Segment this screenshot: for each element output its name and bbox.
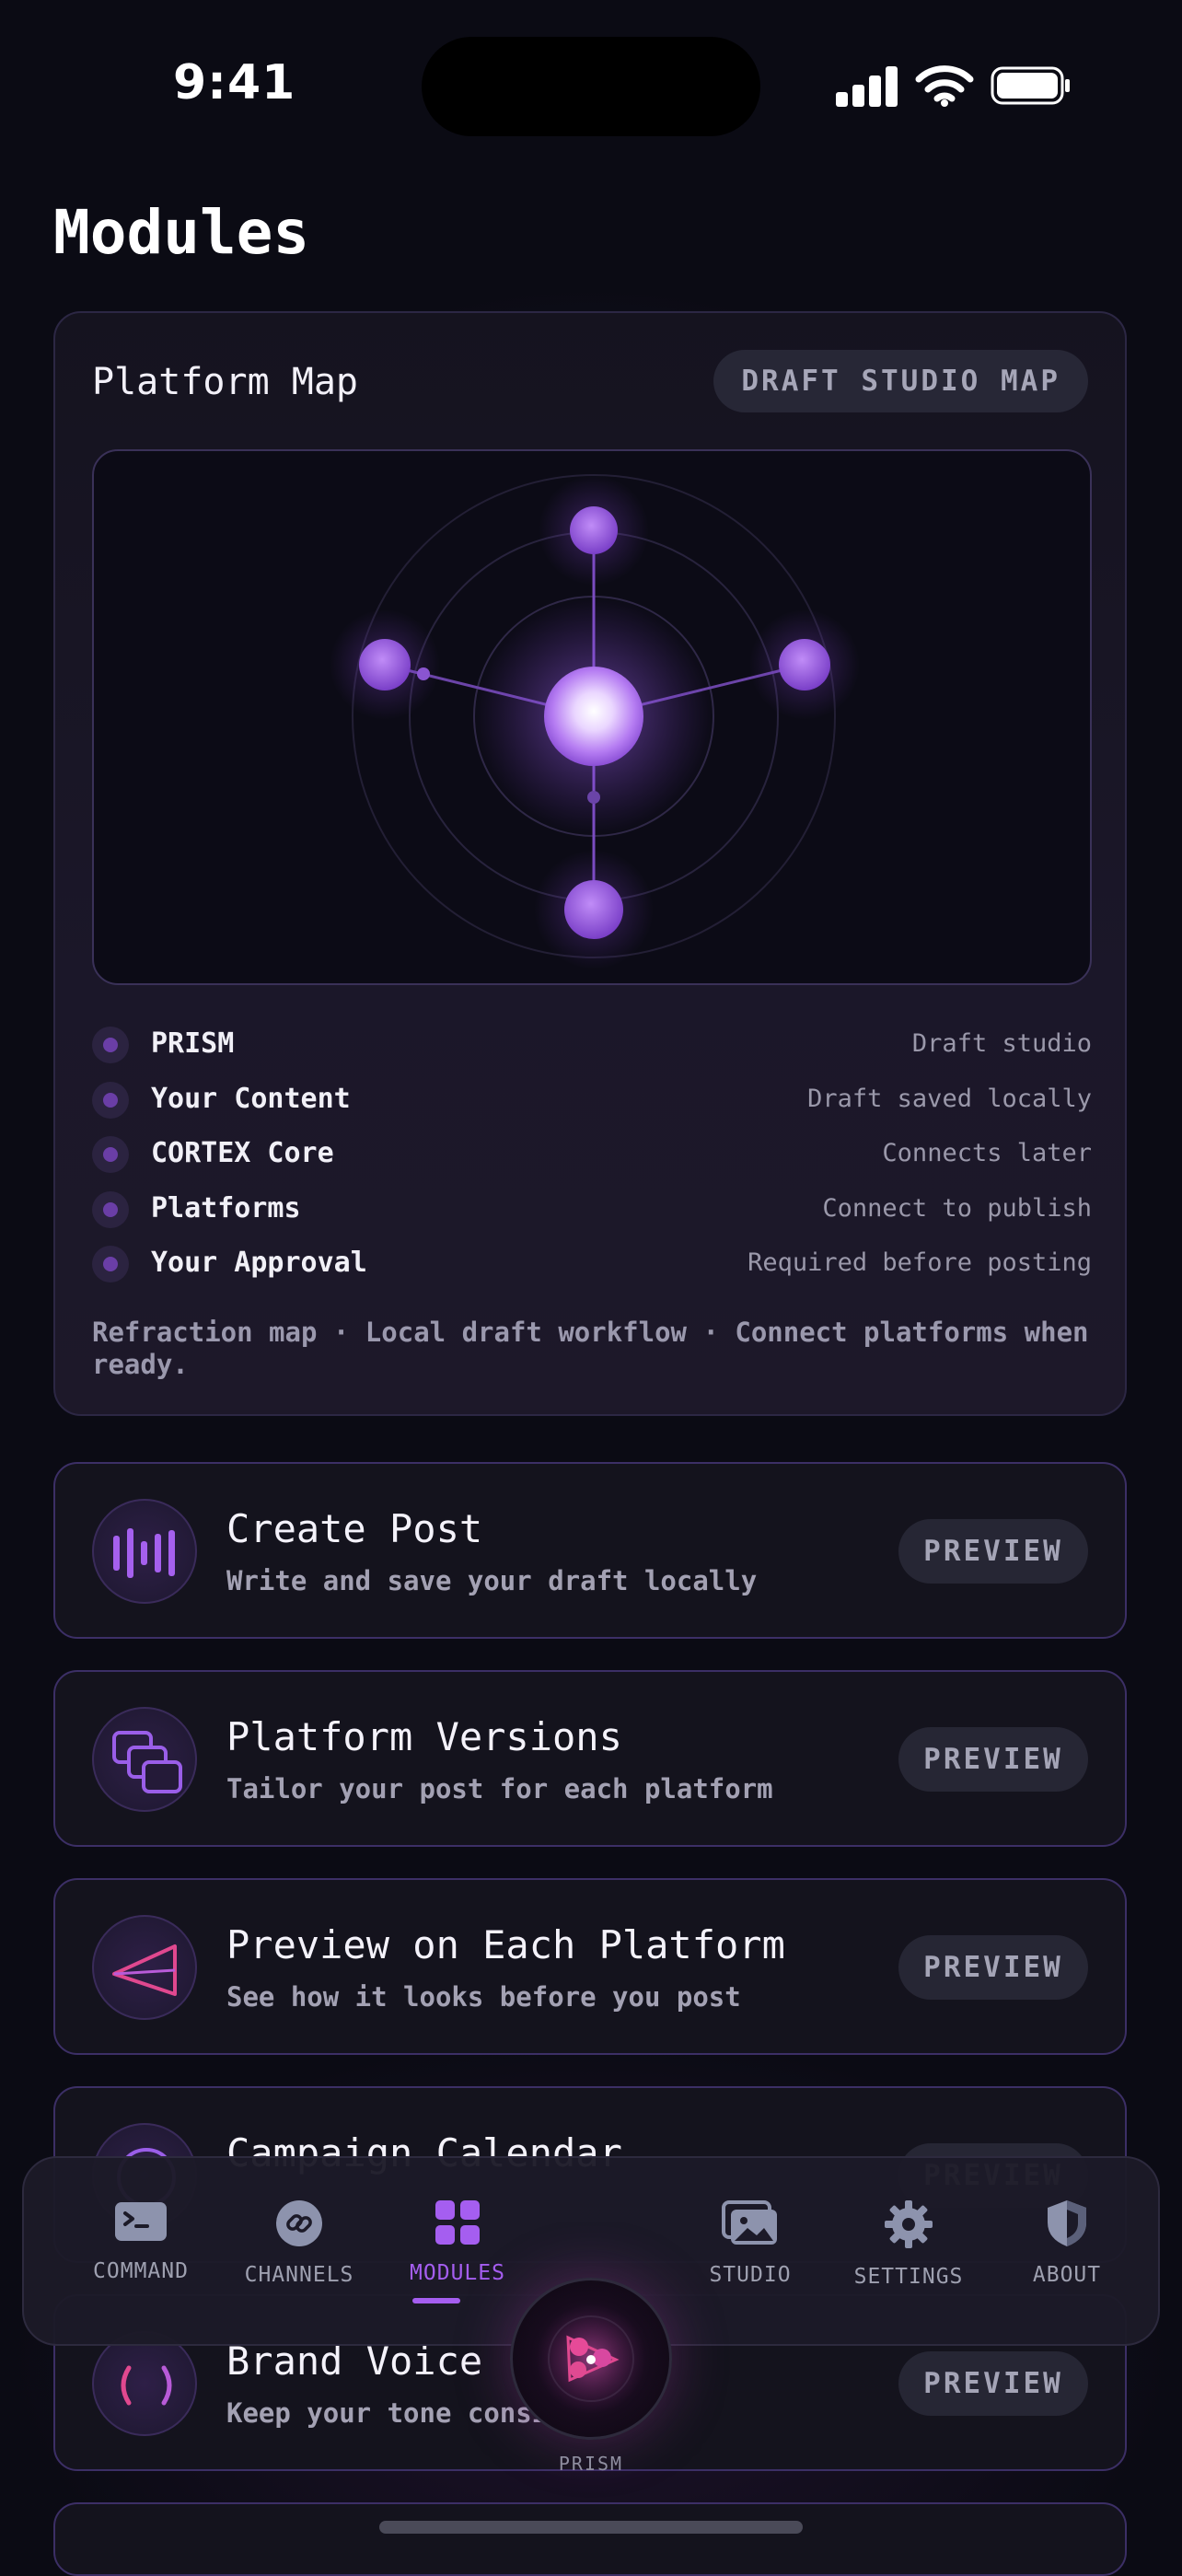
cellular-signal-icon: [836, 64, 898, 107]
legend-value: Draft saved locally: [807, 1084, 1092, 1113]
nav-label: COMMAND: [93, 2259, 189, 2283]
stacked-windows-icon: [92, 1707, 197, 1812]
module-card-preview-each-platform[interactable]: Preview on Each Platform See how it look…: [53, 1878, 1127, 2055]
active-tab-indicator: [412, 2298, 460, 2303]
platform-map-card: Platform Map DRAFT STUDIO MAP PRISM Draf…: [53, 311, 1127, 1416]
battery-icon: [991, 66, 1070, 105]
legend-value: Required before posting: [747, 1248, 1092, 1277]
dynamic-island: [422, 37, 760, 136]
module-title: Platform Versions: [226, 1714, 622, 1759]
nav-label: SETTINGS: [853, 2265, 964, 2289]
legend-dot-icon: [92, 1190, 129, 1228]
module-card-create-post[interactable]: Create Post Write and save your draft lo…: [53, 1462, 1127, 1639]
legend-dot-icon: [92, 1136, 129, 1173]
terminal-icon: [115, 2202, 167, 2241]
photos-icon: [722, 2200, 777, 2245]
prism-label: PRISM: [558, 2453, 624, 2475]
page-title: Modules: [53, 197, 310, 268]
refraction-map-graphic: [330, 474, 860, 969]
draft-studio-map-badge[interactable]: DRAFT STUDIO MAP: [713, 350, 1088, 412]
legend-row-platforms: Platforms Connect to publish: [92, 1187, 1092, 1242]
preview-button[interactable]: PREVIEW: [898, 1519, 1088, 1584]
status-time: 9:41: [173, 55, 296, 110]
legend-name: Platforms: [151, 1191, 301, 1224]
module-title: Create Post: [226, 1506, 483, 1551]
legend-dot-icon: [92, 1081, 129, 1119]
nav-item-modules[interactable]: MODULES: [379, 2199, 536, 2285]
nav-item-channels[interactable]: CHANNELS: [221, 2199, 377, 2287]
home-indicator[interactable]: [379, 2521, 803, 2534]
gear-icon: [885, 2200, 933, 2248]
prism-triangle-icon: [92, 1915, 197, 2020]
link-icon: [276, 2200, 322, 2246]
nav-label: STUDIO: [709, 2263, 792, 2287]
module-subtitle: Write and save your draft locally: [226, 1565, 758, 1596]
legend-dot-icon: [92, 1246, 129, 1282]
grid-icon: [435, 2200, 480, 2245]
module-title: Preview on Each Platform: [226, 1922, 785, 1967]
nav-item-studio[interactable]: STUDIO: [672, 2199, 829, 2287]
wifi-icon: [915, 65, 974, 107]
prism-icon: [536, 2303, 646, 2414]
nav-item-settings[interactable]: SETTINGS: [830, 2199, 987, 2289]
preview-button[interactable]: PREVIEW: [898, 1935, 1088, 2000]
platform-map-title: Platform Map: [92, 361, 358, 403]
preview-button[interactable]: PREVIEW: [898, 2351, 1088, 2416]
legend-name: Your Content: [151, 1082, 351, 1115]
module-subtitle: Tailor your post for each platform: [226, 1773, 773, 1804]
shield-icon: [1048, 2200, 1086, 2246]
legend-name: CORTEX Core: [151, 1137, 334, 1169]
module-card-platform-versions[interactable]: Platform Versions Tailor your post for e…: [53, 1670, 1127, 1847]
legend-value: Connect to publish: [822, 1193, 1092, 1223]
legend-row-prism: PRISM Draft studio: [92, 1022, 1092, 1077]
module-card-next[interactable]: [53, 2502, 1127, 2576]
legend-name: Your Approval: [151, 1247, 367, 1279]
legend-row-your-content: Your Content Draft saved locally: [92, 1077, 1092, 1132]
nav-label: ABOUT: [1032, 2263, 1102, 2287]
legend-value: Connects later: [882, 1139, 1092, 1167]
legend-name: PRISM: [151, 1027, 235, 1060]
legend-row-cortex-core: CORTEX Core Connects later: [92, 1131, 1092, 1187]
brackets-icon: [92, 2331, 197, 2436]
nav-item-command[interactable]: COMMAND: [63, 2199, 219, 2283]
refraction-map-canvas: [92, 449, 1092, 985]
module-subtitle: See how it looks before you post: [226, 1981, 741, 2013]
nav-item-about[interactable]: ABOUT: [989, 2199, 1145, 2287]
legend-value: Draft studio: [911, 1029, 1092, 1058]
waveform-icon: [92, 1499, 197, 1604]
nav-label: CHANNELS: [244, 2263, 354, 2287]
preview-button[interactable]: PREVIEW: [898, 1727, 1088, 1792]
legend-dot-icon: [92, 1027, 129, 1063]
platform-map-legend: PRISM Draft studio Your Content Draft sa…: [92, 1022, 1092, 1296]
legend-row-your-approval: Your Approval Required before posting: [92, 1241, 1092, 1296]
prism-center-button[interactable]: [510, 2278, 672, 2440]
platform-map-footer: Refraction map · Local draft workflow · …: [92, 1317, 1089, 1380]
